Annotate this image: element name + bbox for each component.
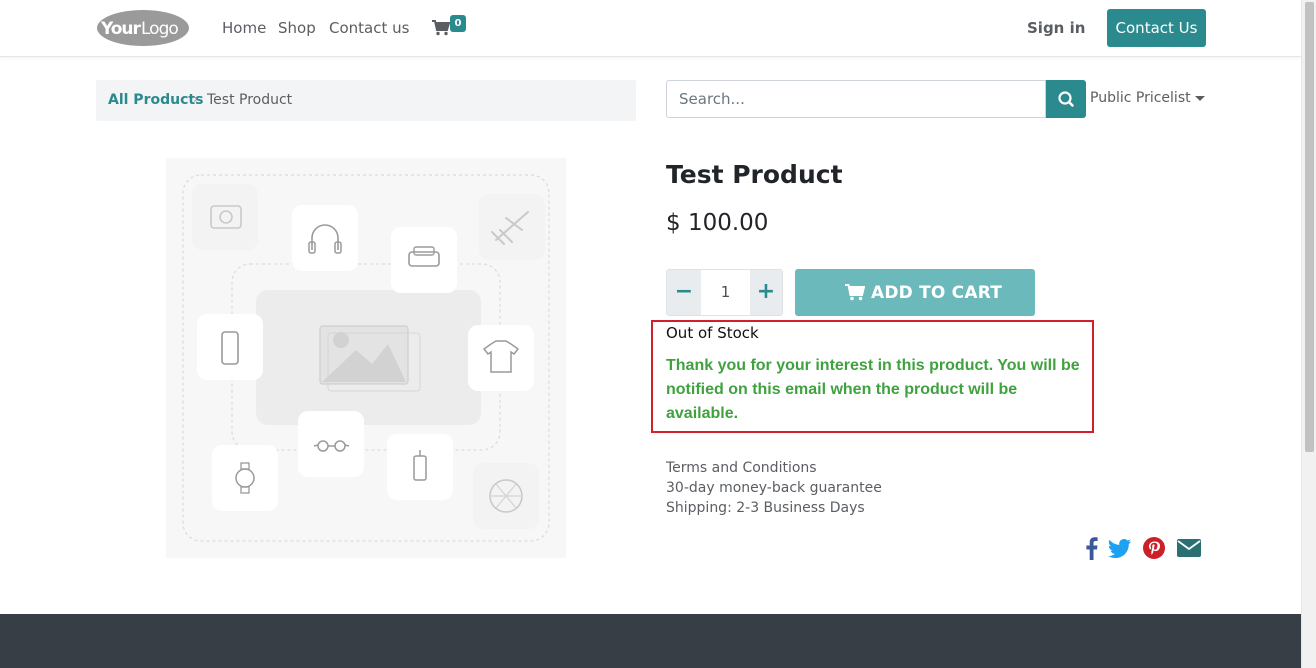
search-icon — [1058, 91, 1074, 107]
svg-text:Logo: Logo — [141, 19, 178, 39]
breadcrumb: All Products › Test Product — [96, 80, 636, 121]
quantity-input[interactable]: 1 — [701, 270, 750, 315]
facebook-icon[interactable] — [1080, 536, 1104, 560]
product-image — [166, 158, 566, 558]
add-to-cart-button[interactable]: ADD TO CART — [795, 269, 1035, 316]
ball-icon — [473, 463, 539, 529]
nav-shop[interactable]: Shop — [278, 19, 316, 37]
shopping-cart-icon[interactable] — [432, 20, 450, 36]
product-placeholder-illustration — [182, 174, 550, 542]
search-input[interactable] — [666, 80, 1046, 118]
product-terms: Terms and Conditions 30-day money-back g… — [666, 458, 882, 518]
quantity-stepper: − 1 + — [666, 269, 783, 316]
envelope-icon[interactable] — [1177, 536, 1201, 560]
product-title: Test Product — [666, 160, 843, 189]
svg-text:Your: Your — [100, 19, 142, 39]
quantity-decrease-button[interactable]: − — [667, 270, 701, 315]
pricelist-dropdown[interactable]: Public Pricelist — [1090, 90, 1191, 106]
nav-home[interactable]: Home — [222, 19, 266, 37]
stock-status: Out of Stock — [666, 324, 759, 342]
shipping-info: Shipping: 2-3 Business Days — [666, 500, 865, 516]
tshirt-icon — [468, 325, 534, 391]
stock-notice: Out of Stock Thank you for your interest… — [651, 320, 1094, 433]
logo[interactable]: Your Logo — [96, 8, 190, 48]
contact-us-button[interactable]: Contact Us — [1107, 9, 1206, 47]
scrollbar-thumb[interactable] — [1305, 2, 1314, 452]
scrollbar[interactable] — [1301, 0, 1316, 668]
cart-count-badge: 0 — [450, 15, 466, 32]
quantity-increase-button[interactable]: + — [750, 270, 782, 315]
search-button[interactable] — [1046, 80, 1086, 118]
chevron-down-icon[interactable] — [1195, 96, 1205, 101]
smartphone-icon — [197, 314, 263, 380]
navbar: Your Logo Home Shop Contact us 0 Sign in… — [0, 0, 1301, 57]
bottle-icon — [387, 434, 453, 500]
pinterest-icon[interactable] — [1142, 536, 1166, 560]
breadcrumb-current: Test Product — [207, 92, 293, 108]
breadcrumb-separator: › — [193, 92, 199, 107]
camera-icon — [192, 184, 258, 250]
sofa-icon — [391, 227, 457, 293]
product-price: $ 100.00 — [666, 210, 769, 236]
glasses-icon — [298, 411, 364, 477]
breadcrumb-all-products[interactable]: All Products — [108, 92, 203, 108]
footer — [0, 614, 1301, 668]
headphones-icon — [292, 205, 358, 271]
shopping-cart-icon — [845, 284, 865, 301]
terms-and-conditions-link[interactable]: Terms and Conditions — [666, 458, 882, 478]
stock-notification-message: Thank you for your interest in this prod… — [666, 357, 1080, 422]
watch-icon — [212, 445, 278, 511]
airplane-icon — [479, 194, 545, 260]
money-back-guarantee: 30-day money-back guarantee — [666, 480, 882, 496]
nav-contact-us[interactable]: Contact us — [329, 19, 409, 37]
sign-in-link[interactable]: Sign in — [1027, 19, 1085, 37]
twitter-icon[interactable] — [1108, 536, 1132, 560]
add-to-cart-label: ADD TO CART — [871, 283, 1003, 303]
